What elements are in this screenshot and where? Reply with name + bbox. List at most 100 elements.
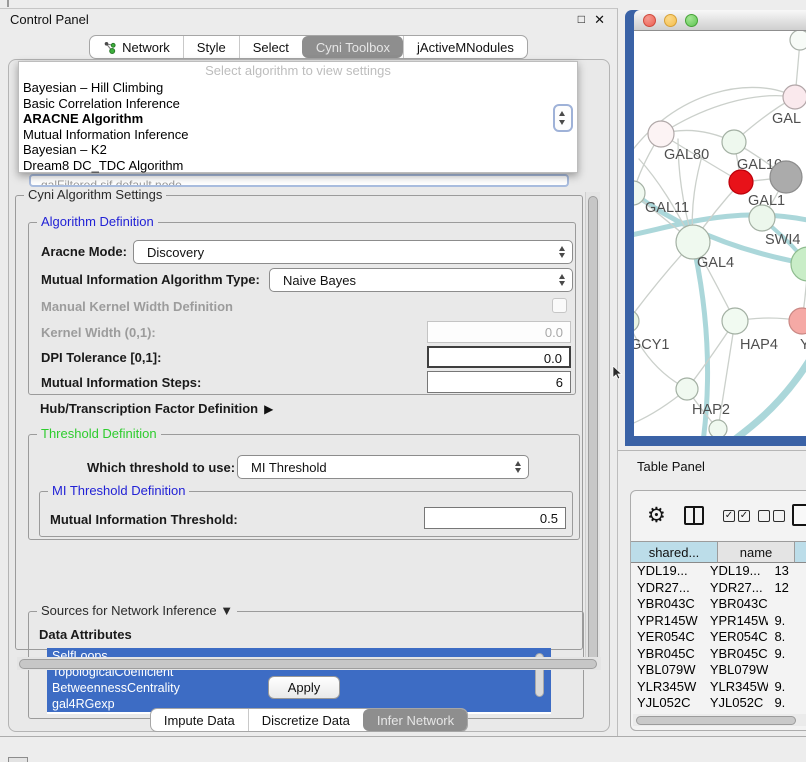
minimize-traffic-light-icon[interactable] (664, 14, 677, 27)
gear-icon[interactable]: ⚙ (647, 503, 666, 528)
table-cell: YBR045C (631, 646, 704, 663)
column-header-a[interactable]: A... (795, 541, 806, 563)
cyni-settings-group-title: Cyni Algorithm Settings (24, 187, 166, 202)
which-threshold-select[interactable]: MI Threshold (237, 455, 529, 479)
mi-steps-field[interactable]: 6 (427, 371, 571, 393)
table-row[interactable]: YJL052CYJL052C9. (631, 695, 806, 712)
algorithm-option-mutual-information-inference[interactable]: Mutual Information Inference (19, 127, 577, 143)
table-cell: YDL19... (704, 563, 769, 580)
combo-stepper-icon (559, 274, 565, 286)
network-node[interactable] (791, 247, 806, 281)
node-label-y: Y (800, 337, 806, 353)
network-node[interactable] (770, 161, 802, 193)
algorithm-option-bayesian-hill-climbing[interactable]: Bayesian – Hill Climbing (19, 80, 577, 96)
data-table-combobox-occluded[interactable]: galFiltered sif default node (29, 174, 569, 187)
deselect-all-checkbox-icon[interactable] (758, 510, 770, 522)
network-node-gal1[interactable] (729, 170, 753, 194)
network-node-hap2[interactable] (676, 378, 698, 400)
table-row[interactable]: YDL19...YDL19...13 (631, 563, 806, 580)
algorithm-option-bayesian-k2[interactable]: Bayesian – K2 (19, 142, 577, 158)
tab-impute-data[interactable]: Impute Data (151, 709, 248, 731)
settings-vertical-scrollbar-track[interactable] (585, 192, 600, 670)
table-panel-title: Table Panel (637, 459, 705, 474)
settings-vertical-scrollbar-thumb[interactable] (588, 196, 598, 662)
algorithm-option-aracne-algorithm[interactable]: ARACNE Algorithm (19, 111, 577, 127)
tab-discretize-data[interactable]: Discretize Data (248, 709, 363, 731)
table-row[interactable]: YLR345WYLR345W9. (631, 679, 806, 696)
dpi-tolerance-field[interactable]: 0.0 (427, 346, 571, 368)
table-cell: YBL079W (704, 662, 769, 679)
tab-network[interactable]: Network (90, 36, 183, 58)
table-row[interactable]: YDR27...YDR27...12 (631, 580, 806, 597)
network-edge[interactable] (634, 321, 687, 389)
sources-expander[interactable]: Sources for Network Inference ▼ (37, 603, 237, 618)
network-node-gcy1[interactable] (634, 310, 639, 332)
kernel-width-field[interactable]: 0.0 (427, 321, 571, 343)
network-node-gal4[interactable] (676, 225, 710, 259)
network-node-hap4[interactable] (722, 308, 748, 334)
mi-algorithm-type-select[interactable]: Naive Bayes (269, 268, 573, 292)
mi-threshold-definition-group: MI Threshold Definition Mutual Informati… (39, 491, 573, 537)
tab-style[interactable]: Style (183, 36, 239, 58)
network-canvas[interactable]: GALGAL80GAL10GAL1GAL11SWI4GAL4GCY1HAP4YH… (634, 31, 806, 436)
screenshot-root: Control Panel □ ✕ NetworkStyle Select Cyni… (0, 0, 806, 762)
tab-label: Select (253, 40, 289, 55)
apply-button[interactable]: Apply (268, 676, 340, 699)
network-node-gal[interactable] (783, 85, 806, 109)
table-horizontal-scrollbar-track[interactable] (633, 714, 806, 726)
close-traffic-light-icon[interactable] (643, 14, 656, 27)
table-cell: 9. (768, 695, 806, 712)
deselect-all-checkbox-icon[interactable] (773, 510, 785, 522)
minimized-panel-icon[interactable] (8, 757, 28, 762)
settings-horizontal-scrollbar-track[interactable] (17, 657, 601, 670)
zoom-traffic-light-icon[interactable] (685, 14, 698, 27)
hub-transcription-factor-expander[interactable]: Hub/Transcription Factor Definition▶ (40, 401, 273, 416)
network-node[interactable] (790, 31, 806, 50)
close-window-icon[interactable]: ✕ (594, 12, 605, 28)
table-cell: YER054C (704, 629, 769, 646)
tab-jactivemnodules[interactable]: jActiveMNodules (403, 36, 527, 58)
network-node-gal10[interactable] (722, 130, 746, 154)
tab-select[interactable]: Select (239, 36, 302, 58)
aracne-mode-value: Discovery (147, 245, 204, 260)
threshold-definition-title: Threshold Definition (37, 426, 161, 441)
cyni-algorithm-settings-group: Cyni Algorithm Settings Algorithm Defini… (15, 195, 583, 650)
sources-title: Sources for Network Inference (41, 603, 217, 618)
tab-label: Discretize Data (262, 713, 350, 728)
table-row[interactable]: YPR145WYPR145W9. (631, 613, 806, 630)
column-header-name[interactable]: name (718, 541, 795, 563)
network-node-swi4[interactable] (749, 205, 775, 231)
tab-cyni-toolbox[interactable]: Cyni Toolbox (302, 36, 403, 58)
table-cell: YER054C (631, 629, 704, 646)
manual-kernel-width-checkbox[interactable] (552, 298, 567, 313)
algorithm-option-dream8-dc-tdc-algorithm[interactable]: Dream8 DC_TDC Algorithm (19, 158, 577, 174)
network-node-gal80[interactable] (648, 121, 674, 147)
table-row[interactable]: YBR045CYBR045C9. (631, 646, 806, 663)
network-window-titlebar[interactable] (634, 10, 806, 31)
control-panel-titlebar[interactable]: Control Panel □ ✕ (0, 9, 617, 31)
select-all-checkbox-icon[interactable]: ✓ (738, 510, 750, 522)
table-row[interactable]: YBR043CYBR043C (631, 596, 806, 613)
cyni-bottom-tabbar: Impute Data Discretize Data Infer Network (9, 708, 609, 732)
column-header-shared[interactable]: shared... (631, 541, 718, 563)
tab-infer-network[interactable]: Infer Network (363, 709, 467, 731)
table-row[interactable]: YBL079WYBL079W (631, 662, 806, 679)
status-strip (0, 736, 806, 762)
network-node-y[interactable] (789, 308, 806, 334)
algorithm-option-basic-correlation-inference[interactable]: Basic Correlation Inference (19, 96, 577, 112)
table-horizontal-scrollbar-thumb[interactable] (636, 716, 796, 725)
algorithm-dropdown-prompt: Select algorithm to view settings (19, 62, 577, 80)
network-node[interactable] (709, 420, 727, 436)
table-cell: YLR345W (631, 679, 704, 696)
table-cell: 9. (768, 646, 806, 663)
float-window-icon[interactable]: □ (578, 12, 585, 26)
kernel-width-label: Kernel Width (0,1): (41, 325, 156, 340)
aracne-mode-select[interactable]: Discovery (133, 240, 573, 264)
settings-horizontal-scrollbar-thumb[interactable] (19, 659, 597, 669)
combobox-stepper-remnant (553, 104, 573, 132)
table-row[interactable]: YER054CYER054C8. (631, 629, 806, 646)
mi-threshold-field[interactable]: 0.5 (424, 507, 566, 529)
select-all-checkbox-icon[interactable]: ✓ (723, 510, 735, 522)
columns-icon[interactable] (684, 506, 704, 525)
document-icon[interactable] (792, 504, 806, 526)
